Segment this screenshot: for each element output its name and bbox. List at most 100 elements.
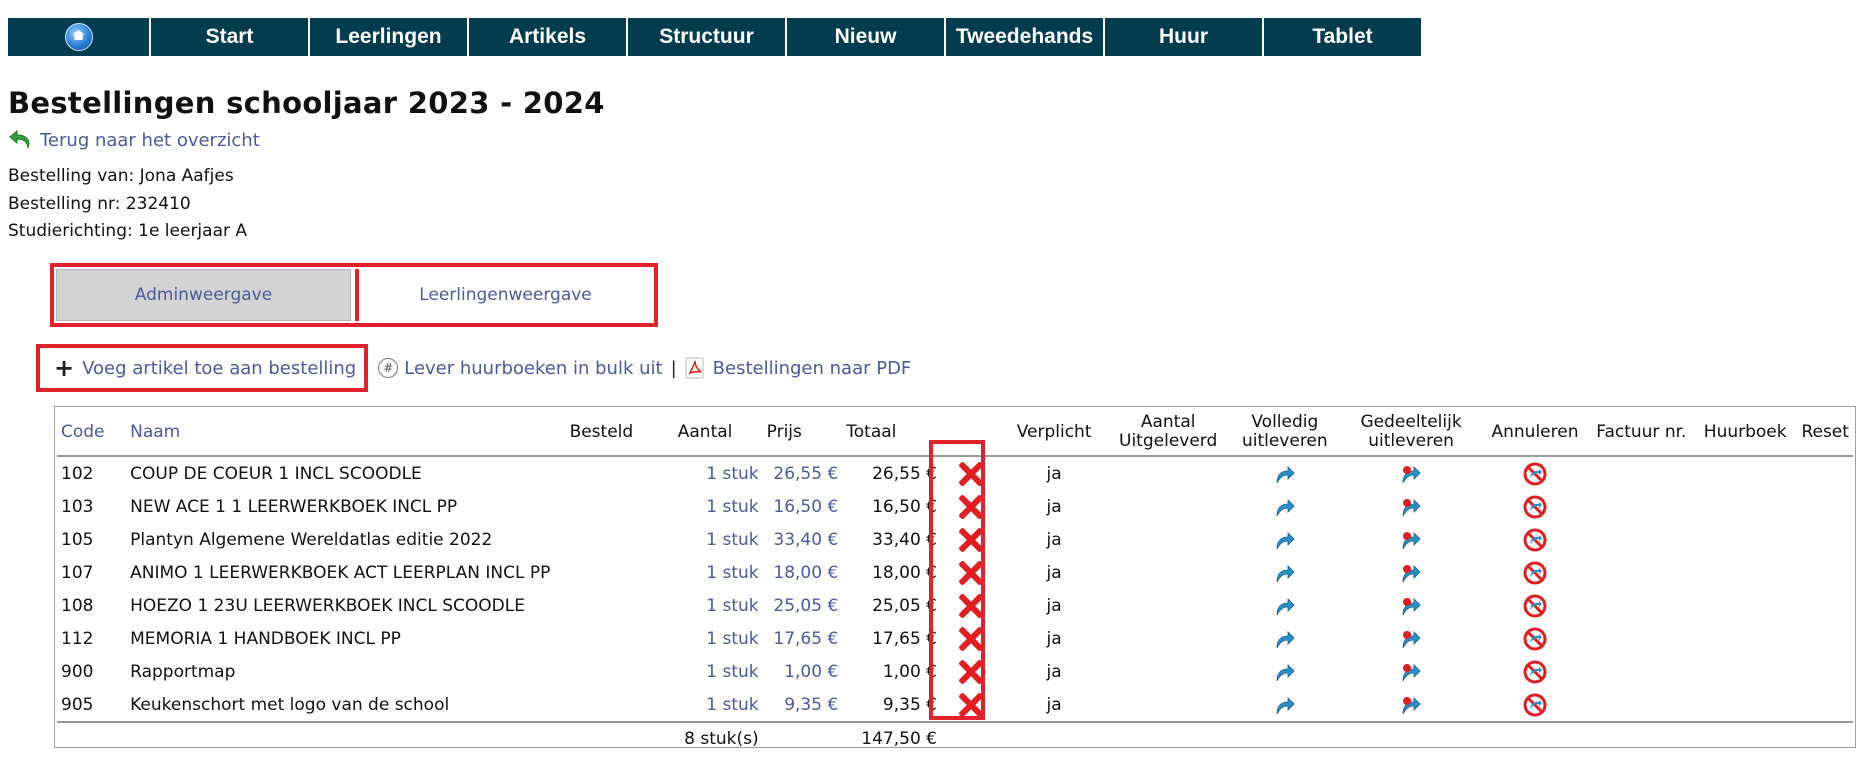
header-totaal: Totaal (842, 409, 941, 457)
nav-start[interactable]: Start (151, 18, 310, 56)
nav-tweedehands[interactable]: Tweedehands (946, 18, 1105, 56)
cell-aantal[interactable]: 1 stuk (674, 688, 763, 722)
cell-gedeeltelijk (1342, 622, 1481, 655)
cell-naam: Keukenschort met logo van de school (130, 694, 450, 715)
cell-volledig (1228, 456, 1342, 490)
cancel-icon[interactable] (1523, 528, 1547, 552)
back-link-label[interactable]: Terug naar het overzicht (40, 130, 260, 151)
cell-besteld (566, 523, 674, 556)
partial-share-icon[interactable] (1399, 495, 1423, 519)
cell-prijs[interactable]: 16,50 € (763, 490, 843, 523)
cell-aantal[interactable]: 1 stuk (674, 523, 763, 556)
delete-x-icon[interactable] (957, 527, 983, 553)
cell-prijs[interactable]: 33,40 € (763, 523, 843, 556)
share-arrow-icon[interactable] (1273, 660, 1297, 684)
cell-totaal: 18,00 € (872, 562, 937, 583)
cell-prijs[interactable]: 1,00 € (763, 655, 843, 688)
delete-x-icon[interactable] (957, 692, 983, 718)
cell-naam: ANIMO 1 LEERWERKBOEK ACT LEERPLAN INCL P… (130, 562, 551, 583)
cell-verplicht: ja (1046, 496, 1062, 517)
partial-share-icon[interactable] (1399, 693, 1423, 717)
cell-verplicht: ja (1046, 661, 1062, 682)
cell-code: 105 (61, 529, 94, 550)
delete-x-icon[interactable] (957, 659, 983, 685)
delete-x-icon[interactable] (957, 560, 983, 586)
nav-home[interactable] (8, 18, 151, 56)
plus-icon: + (54, 354, 75, 382)
nav-structuur[interactable]: Structuur (628, 18, 787, 56)
delete-x-icon[interactable] (957, 494, 983, 520)
page-title: Bestellingen schooljaar 2023 - 2024 (8, 86, 605, 120)
bulk-deliver-link[interactable]: Lever huurboeken in bulk uit (404, 358, 662, 379)
cell-prijs[interactable]: 26,55 € (763, 456, 843, 490)
delete-x-icon[interactable] (957, 593, 983, 619)
share-arrow-icon[interactable] (1273, 528, 1297, 552)
nav-nieuw[interactable]: Nieuw (787, 18, 946, 56)
partial-share-icon[interactable] (1399, 594, 1423, 618)
cell-annuleren (1480, 490, 1589, 523)
cell-prijs[interactable]: 17,65 € (763, 622, 843, 655)
cell-aantal[interactable]: 1 stuk (674, 655, 763, 688)
partial-share-icon[interactable] (1399, 627, 1423, 651)
nav-tablet[interactable]: Tablet (1264, 18, 1423, 56)
cell-annuleren (1480, 556, 1589, 589)
cell-delete (941, 456, 1000, 490)
header-prijs: Prijs (762, 409, 843, 457)
cell-prijs[interactable]: 25,05 € (763, 589, 843, 622)
pdf-export-link[interactable]: Bestellingen naar PDF (713, 358, 912, 379)
cell-gedeeltelijk (1342, 655, 1481, 688)
action-separator: | (670, 357, 677, 379)
share-arrow-icon[interactable] (1273, 495, 1297, 519)
cell-prijs[interactable]: 9,35 € (763, 688, 843, 722)
add-article-button[interactable]: + Voeg artikel toe aan bestelling (36, 344, 369, 392)
share-arrow-icon[interactable] (1273, 561, 1297, 585)
cell-gedeeltelijk (1342, 456, 1481, 490)
top-nav: Start Leerlingen Artikels Structuur Nieu… (8, 18, 1423, 56)
cancel-icon[interactable] (1523, 594, 1547, 618)
partial-share-icon[interactable] (1399, 660, 1423, 684)
header-gedeeltelijk-line1: Gedeeltelijk (1360, 412, 1462, 432)
partial-share-icon[interactable] (1399, 561, 1423, 585)
cancel-icon[interactable] (1523, 561, 1547, 585)
cell-huurboek (1693, 556, 1797, 589)
cancel-icon[interactable] (1523, 693, 1547, 717)
cancel-icon[interactable] (1523, 660, 1547, 684)
add-article-label[interactable]: Voeg artikel toe aan bestelling (82, 358, 356, 379)
share-arrow-icon[interactable] (1273, 693, 1297, 717)
cell-annuleren (1480, 589, 1589, 622)
back-link[interactable]: Terug naar het overzicht (8, 128, 260, 152)
cell-code: 103 (61, 496, 94, 517)
nav-leerlingen[interactable]: Leerlingen (310, 18, 469, 56)
cancel-icon[interactable] (1523, 627, 1547, 651)
cancel-icon[interactable] (1523, 495, 1547, 519)
tab-student-view[interactable]: Leerlingenweergave (355, 269, 652, 321)
header-code[interactable]: Code (57, 409, 127, 457)
cell-aantal[interactable]: 1 stuk (674, 622, 763, 655)
share-arrow-icon[interactable] (1273, 594, 1297, 618)
table-footer-row: 8 stuk(s) 147,50 € (57, 721, 1853, 755)
cell-aantal[interactable]: 1 stuk (674, 456, 763, 490)
partial-share-icon[interactable] (1399, 462, 1423, 486)
cell-aantal[interactable]: 1 stuk (674, 589, 763, 622)
footer-cell (126, 721, 566, 755)
cell-annuleren (1480, 655, 1589, 688)
delete-x-icon[interactable] (957, 626, 983, 652)
header-volledig-line2: uitleveren (1241, 431, 1328, 451)
cell-prijs[interactable]: 18,00 € (763, 556, 843, 589)
tab-admin-view[interactable]: Adminweergave (56, 269, 351, 321)
partial-share-icon[interactable] (1399, 528, 1423, 552)
cancel-icon[interactable] (1523, 462, 1547, 486)
cell-naam: HOEZO 1 23U LEERWERKBOEK INCL SCOODLE (130, 595, 525, 616)
delete-x-icon[interactable] (957, 461, 983, 487)
hash-icon: # (378, 358, 399, 378)
header-naam[interactable]: Naam (126, 409, 566, 457)
cell-totaal: 33,40 € (872, 529, 937, 550)
nav-huur[interactable]: Huur (1105, 18, 1264, 56)
share-arrow-icon[interactable] (1273, 627, 1297, 651)
table-row: 108 HOEZO 1 23U LEERWERKBOEK INCL SCOODL… (57, 589, 1853, 622)
cell-aantal[interactable]: 1 stuk (674, 556, 763, 589)
cell-aantal[interactable]: 1 stuk (674, 490, 763, 523)
nav-artikels[interactable]: Artikels (469, 18, 628, 56)
share-arrow-icon[interactable] (1273, 462, 1297, 486)
cell-totaal: 26,55 € (872, 463, 937, 484)
